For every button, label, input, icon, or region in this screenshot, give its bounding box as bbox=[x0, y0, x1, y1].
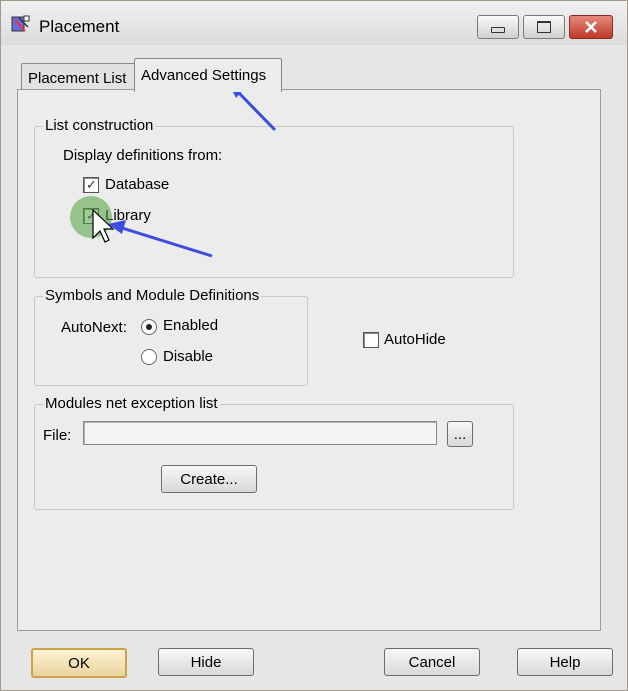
ok-button-label: OK bbox=[68, 654, 90, 672]
create-button[interactable]: Create... bbox=[161, 465, 257, 493]
tab-label: Placement List bbox=[28, 69, 127, 87]
close-icon bbox=[585, 21, 597, 33]
group-title: Modules net exception list bbox=[43, 395, 220, 412]
symbols-group: Symbols and Module Definitions AutoNext:… bbox=[34, 287, 308, 386]
title-bar[interactable]: Placement bbox=[1, 1, 627, 45]
browse-button-label: ... bbox=[453, 425, 467, 443]
close-button[interactable] bbox=[569, 15, 613, 39]
hide-button-label: Hide bbox=[190, 653, 222, 671]
minimize-icon bbox=[491, 27, 505, 33]
display-definitions-label: Display definitions from: bbox=[63, 147, 223, 164]
app-icon bbox=[11, 15, 31, 35]
help-button[interactable]: Help bbox=[517, 648, 613, 676]
modules-group: Modules net exception list File: ... Cre… bbox=[34, 395, 514, 510]
radio-selected-dot bbox=[146, 324, 152, 330]
browse-button[interactable]: ... bbox=[447, 421, 473, 447]
help-button-label: Help bbox=[549, 653, 581, 671]
group-title: List construction bbox=[43, 117, 156, 134]
window-title: Placement bbox=[39, 17, 120, 36]
cancel-button-label: Cancel bbox=[408, 653, 456, 671]
click-highlight bbox=[70, 196, 112, 238]
maximize-button[interactable] bbox=[523, 15, 565, 39]
advanced-settings-panel: List construction Display definitions fr… bbox=[17, 89, 601, 631]
maximize-icon bbox=[537, 21, 551, 33]
database-label: Database bbox=[105, 176, 170, 193]
create-button-label: Create... bbox=[180, 470, 238, 488]
disable-label: Disable bbox=[163, 348, 214, 365]
tab-advanced-settings[interactable]: Advanced Settings bbox=[134, 58, 282, 92]
file-label: File: bbox=[43, 427, 72, 444]
database-checkbox[interactable]: ✓ bbox=[83, 177, 99, 193]
enabled-label: Enabled bbox=[163, 317, 219, 334]
tab-placement-list[interactable]: Placement List bbox=[21, 63, 141, 92]
autohide-label: AutoHide bbox=[384, 331, 446, 348]
tab-label: Advanced Settings bbox=[141, 67, 267, 84]
autonext-label: AutoNext: bbox=[61, 319, 127, 336]
minimize-button[interactable] bbox=[477, 15, 519, 39]
check-icon: ✓ bbox=[86, 177, 97, 192]
autohide-checkbox[interactable] bbox=[363, 332, 379, 348]
disable-radio[interactable] bbox=[141, 349, 157, 365]
ok-button[interactable]: OK bbox=[31, 648, 127, 678]
cancel-button[interactable]: Cancel bbox=[384, 648, 480, 676]
enabled-radio[interactable] bbox=[141, 319, 157, 335]
placement-window: Placement Placement List Advanced Settin… bbox=[0, 0, 628, 691]
file-input[interactable] bbox=[83, 421, 437, 445]
group-title: Symbols and Module Definitions bbox=[43, 287, 262, 304]
hide-button[interactable]: Hide bbox=[158, 648, 254, 676]
